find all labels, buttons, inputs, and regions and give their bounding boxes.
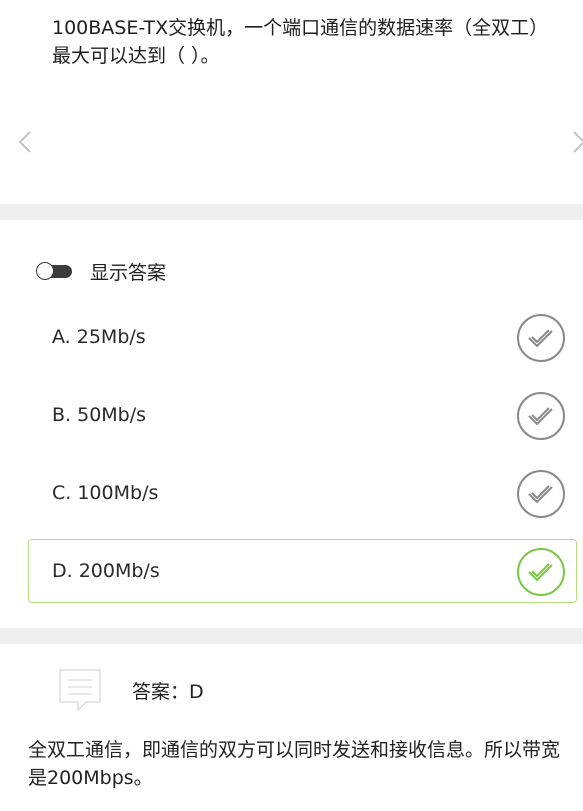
section-divider <box>0 628 583 644</box>
check-circle-icon[interactable] <box>516 391 566 441</box>
option-a[interactable]: A. 25Mb/s <box>28 305 577 369</box>
next-question-button[interactable] <box>570 124 583 160</box>
section-divider <box>0 204 583 220</box>
option-b[interactable]: B. 50Mb/s <box>28 383 577 447</box>
show-answer-toggle[interactable] <box>36 262 72 280</box>
check-circle-icon[interactable] <box>516 313 566 363</box>
explanation-text: 全双工通信，即通信的双方可以同时发送和接收信息。所以带宽是200Mbps。 <box>28 739 561 789</box>
option-c-label: C. 100Mb/s <box>52 482 159 504</box>
option-d[interactable]: D. 200Mb/s <box>28 539 577 603</box>
prev-question-button[interactable] <box>16 124 36 160</box>
option-b-label: B. 50Mb/s <box>52 404 147 426</box>
question-text: 100BASE-TX交换机，一个端口通信的数据速率（全双工）最大可以达到（ ）。 <box>52 17 549 67</box>
check-circle-icon[interactable] <box>516 469 566 519</box>
check-circle-selected-icon[interactable] <box>516 547 566 597</box>
chevron-left-icon <box>18 131 31 153</box>
answer-text: 答案：D <box>132 681 204 703</box>
option-d-label: D. 200Mb/s <box>52 560 160 582</box>
option-c[interactable]: C. 100Mb/s <box>28 461 577 525</box>
option-a-label: A. 25Mb/s <box>52 326 146 348</box>
chevron-right-icon <box>573 131 583 153</box>
show-answer-label: 显示答案 <box>90 261 167 284</box>
show-answer-row[interactable]: 显示答案 <box>36 257 166 285</box>
comment-icon <box>59 669 101 712</box>
